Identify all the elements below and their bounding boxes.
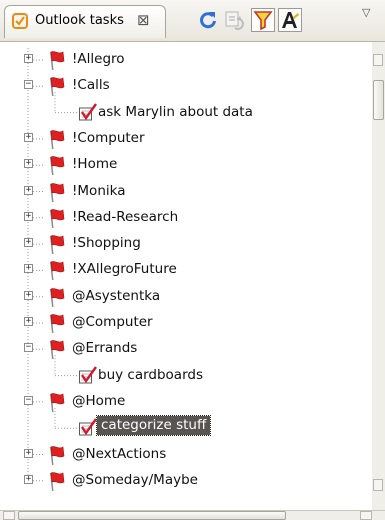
category-row[interactable]: + !Shopping [0,231,372,257]
font-icon[interactable] [278,8,302,32]
expand-toggle-icon[interactable]: + [24,159,33,169]
vertical-scrollbar[interactable] [372,42,385,510]
task-label[interactable]: categorize stuff [95,415,212,437]
category-label[interactable]: !Read-Research [72,209,178,225]
category-row[interactable]: + !Computer [0,126,372,152]
task-row[interactable]: buy cardboards [0,363,372,389]
category-flag-icon [45,312,67,334]
category-label[interactable]: @Someday/Maybe [72,472,198,488]
category-label[interactable]: @Home [72,393,125,409]
category-row[interactable]: + !Monika [0,179,372,205]
category-label[interactable]: !Calls [72,77,110,93]
task-label[interactable]: buy cardboards [98,367,203,383]
category-flag-icon [45,75,67,97]
category-flag-icon [45,49,67,71]
scroll-right-button[interactable] [360,511,372,520]
expand-toggle-icon[interactable]: + [24,317,33,326]
category-row[interactable]: − @Errands [0,336,372,362]
category-label[interactable]: @Computer [72,314,153,330]
category-row[interactable]: + !Home [0,152,372,178]
task-tree[interactable]: + !Allegro − !Calls ask Marylin about data +!… [0,42,372,510]
vertical-scroll-thumb[interactable] [373,80,384,120]
category-label[interactable]: !Home [72,156,117,172]
expand-toggle-icon[interactable]: + [24,211,33,221]
view-menu-icon[interactable]: ▽ [362,6,378,22]
category-flag-icon [45,470,67,492]
expand-toggle-icon[interactable]: + [24,448,33,458]
category-label[interactable]: !XAllegroFuture [72,261,177,277]
category-label[interactable]: !Computer [72,130,145,146]
expand-toggle-icon[interactable]: + [24,132,33,142]
category-row[interactable]: + !Allegro [0,47,372,73]
category-label[interactable]: !Allegro [72,51,125,67]
scroll-left-button[interactable] [3,511,15,520]
category-flag-icon [45,338,67,360]
view-tabbar: Outlook tasks ⊠ ▽ [0,0,385,42]
task-checkbox-icon[interactable] [78,417,98,437]
horizontal-scrollbar[interactable] [0,510,385,520]
view-tab-outlook-tasks[interactable]: Outlook tasks ⊠ [4,5,166,38]
category-flag-icon [45,233,67,255]
category-row[interactable]: + @Computer [0,310,372,336]
category-label[interactable]: @Errands [72,340,137,356]
category-row[interactable]: + !XAllegroFuture [0,257,372,283]
outlook-tasks-icon [12,13,28,29]
category-flag-icon [45,391,67,413]
collapse-toggle-icon[interactable]: − [24,343,33,353]
view-tab-title: Outlook tasks [35,13,124,28]
expand-toggle-icon[interactable]: + [24,264,33,274]
category-label[interactable]: @Asystentka [72,288,160,304]
task-label[interactable]: ask Marylin about data [98,104,253,120]
expand-toggle-icon[interactable]: + [24,290,33,300]
task-checkbox-icon[interactable] [78,102,98,122]
collapse-toggle-icon[interactable]: − [24,80,33,90]
task-row[interactable]: ask Marylin about data [0,100,372,126]
category-flag-icon [45,154,67,176]
horizontal-scroll-thumb[interactable] [18,511,286,520]
expand-toggle-icon[interactable]: + [24,474,33,484]
category-row[interactable]: + @Asystentka [0,284,372,310]
category-flag-icon [45,286,67,308]
category-label[interactable]: !Shopping [72,235,141,251]
category-flag-icon [45,259,67,281]
expand-toggle-icon[interactable]: + [24,185,33,195]
sync-icon[interactable] [222,8,246,32]
category-flag-icon [45,128,67,150]
category-flag-icon [45,207,67,229]
category-flag-icon [45,181,67,203]
scroll-up-button[interactable] [373,54,383,66]
category-label[interactable]: @NextActions [72,446,166,462]
close-icon[interactable]: ⊠ [137,11,150,29]
expand-toggle-icon[interactable]: + [24,238,33,248]
scroll-down-button[interactable] [373,479,383,491]
collapse-toggle-icon[interactable]: − [24,395,33,405]
expand-toggle-icon[interactable]: + [24,54,33,63]
category-label[interactable]: !Monika [72,183,125,199]
task-row[interactable]: categorize stuff [0,415,372,441]
category-row[interactable]: − @Home [0,389,372,415]
category-row[interactable]: + @NextActions [0,442,372,468]
category-flag-icon [45,444,67,466]
category-row[interactable]: + @Someday/Maybe [0,468,372,494]
filter-icon[interactable] [251,8,275,32]
task-checkbox-icon[interactable] [78,365,98,385]
refresh-icon[interactable] [196,8,220,32]
category-row[interactable]: + !Read-Research [0,205,372,231]
category-row[interactable]: − !Calls [0,73,372,99]
